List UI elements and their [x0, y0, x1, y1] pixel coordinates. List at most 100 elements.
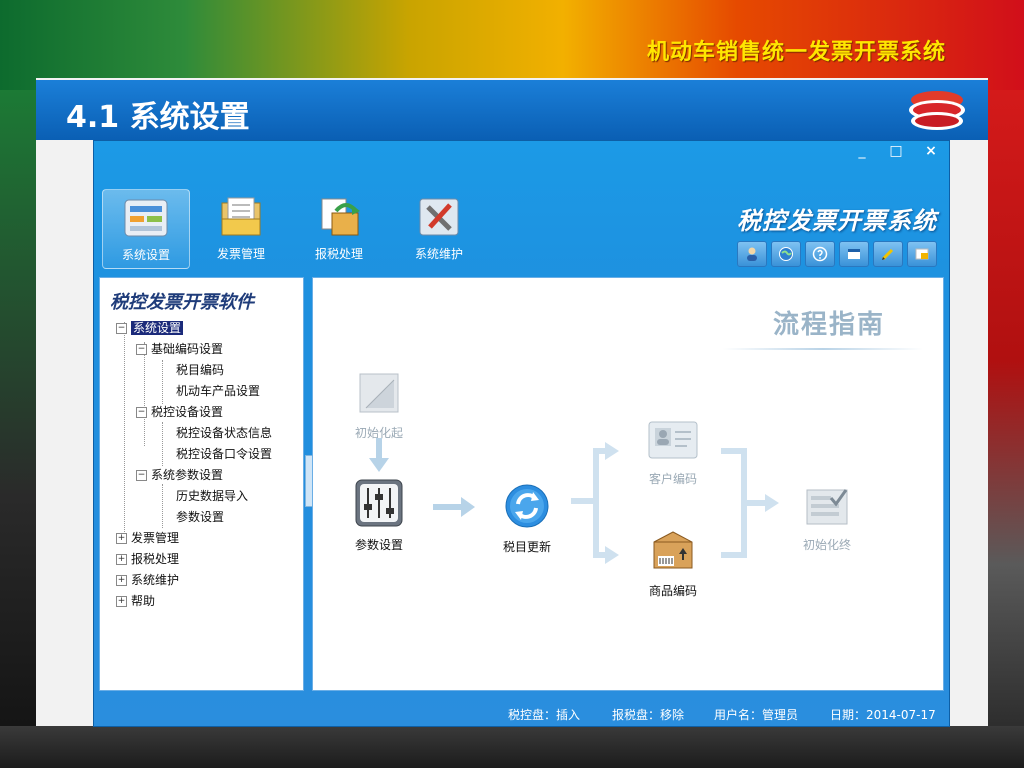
- tree-node-device-status[interactable]: 税控设备状态信息: [176, 423, 272, 443]
- toolbar-label: 发票管理: [216, 247, 265, 261]
- pencil-icon[interactable]: [873, 241, 903, 267]
- tree-node-system-params[interactable]: − 系统参数设置: [136, 465, 223, 485]
- tree-node-tax-device[interactable]: − 税控设备设置: [136, 402, 223, 422]
- quick-toolbar: [737, 241, 937, 267]
- tree-node-system-maintenance[interactable]: + 系统维护: [116, 570, 179, 590]
- lock-icon[interactable]: [907, 241, 937, 267]
- flow-step-customer-code[interactable]: 客户编码: [635, 418, 711, 487]
- flow-label: 初始化终: [802, 538, 851, 552]
- tree-node-label: 税目编码: [176, 363, 225, 377]
- tree-node-param-settings[interactable]: 参数设置: [176, 507, 224, 527]
- tree-node-label: 税控设备口令设置: [176, 447, 273, 461]
- tree-node-history-import[interactable]: 历史数据导入: [176, 486, 248, 506]
- tree-connector: [162, 484, 163, 528]
- flow-label: 商品编码: [648, 584, 697, 598]
- sliders-icon: [355, 479, 403, 527]
- expand-toggle[interactable]: +: [116, 554, 127, 565]
- status-bar: 税控盘：插入 报税盘：移除 用户名：管理员 日期：2014-07-17: [94, 701, 949, 726]
- product-box-icon: [653, 531, 693, 569]
- tree-node-label: 报税处理: [131, 552, 180, 566]
- close-button[interactable]: ×: [918, 141, 944, 161]
- collapse-toggle[interactable]: −: [136, 344, 147, 355]
- tree-node-label: 历史数据导入: [176, 489, 249, 503]
- tree-node-label: 发票管理: [131, 531, 180, 545]
- user-icon[interactable]: [737, 241, 767, 267]
- tax-report-icon: [321, 198, 360, 236]
- maximize-button[interactable]: □: [883, 141, 909, 161]
- collapse-toggle[interactable]: −: [136, 470, 147, 481]
- tree-node-label: 基础编码设置: [151, 342, 224, 356]
- tree-connector: [162, 422, 163, 466]
- flow-step-init-start[interactable]: 初始化起: [341, 370, 417, 441]
- toolbar-system-settings[interactable]: 系统设置: [102, 189, 190, 269]
- flow-guide-panel: 流程指南 初始化起 参数设置 税目更新 客户编码 商品编码 初始化终: [312, 277, 944, 691]
- navigation-tree: 税控发票开票软件 − 系统设置 − 基础编码设置 税目编码 机动车产品设置 − 税控设…: [99, 277, 304, 691]
- arrow-down-icon: [369, 438, 389, 472]
- app-window: _ □ × 系统设置 发票管理 报税处理 系统维护 税控发票开票系统 税控发票开…: [93, 140, 950, 727]
- toolbar-label: 系统设置: [121, 248, 170, 262]
- collapse-toggle[interactable]: −: [116, 323, 127, 334]
- flow-label: 税目更新: [502, 540, 551, 554]
- toolbar-label: 报税处理: [314, 247, 363, 261]
- slide-right-band: [988, 90, 1024, 768]
- tree-node-help[interactable]: + 帮助: [116, 591, 155, 611]
- slide-bottom-band: [0, 726, 1024, 768]
- tree-connector: [124, 322, 125, 542]
- flow-step-param-settings[interactable]: 参数设置: [341, 478, 417, 553]
- flow-title-underline: [723, 348, 923, 350]
- toolbar-invoice-management[interactable]: 发票管理: [198, 189, 284, 267]
- tree-node-invoice-management[interactable]: + 发票管理: [116, 528, 179, 548]
- status-report-disk: 报税盘：移除: [612, 708, 685, 722]
- flow-title: 流程指南: [773, 310, 886, 340]
- checklist-complete-icon: [806, 489, 848, 525]
- collapse-toggle[interactable]: −: [136, 407, 147, 418]
- customer-card-icon: [648, 421, 698, 459]
- folder-documents-icon: [221, 197, 261, 236]
- tree-node-label: 系统参数设置: [151, 468, 224, 482]
- section-bar: 4.1 系统设置: [36, 80, 988, 140]
- company-logo-icon: [909, 91, 965, 130]
- expand-toggle[interactable]: +: [116, 533, 127, 544]
- tree-node-label: 系统维护: [131, 573, 180, 587]
- tree-node-label: 税控设备设置: [151, 405, 224, 419]
- refresh-icon: [505, 484, 549, 528]
- flow-step-product-code[interactable]: 商品编码: [635, 528, 711, 599]
- flow-label: 客户编码: [648, 472, 697, 486]
- tree-node-label: 机动车产品设置: [176, 384, 261, 398]
- branch-bracket-icon: [571, 442, 619, 564]
- tree-node-label: 参数设置: [176, 510, 225, 524]
- tree-node-tax-reporting[interactable]: + 报税处理: [116, 549, 179, 569]
- tree-node-label: 系统设置: [129, 320, 185, 336]
- tree-node-vehicle-product[interactable]: 机动车产品设置: [176, 381, 260, 401]
- tree-node-device-password[interactable]: 税控设备口令设置: [176, 444, 272, 464]
- expand-toggle[interactable]: +: [116, 575, 127, 586]
- section-title: 4.1 系统设置: [66, 100, 250, 135]
- settings-panel-icon: [124, 199, 168, 237]
- arrow-right-icon: [433, 497, 475, 517]
- toolbar-system-maintenance[interactable]: 系统维护: [396, 189, 482, 267]
- tree-node-system-settings[interactable]: − 系统设置: [116, 318, 185, 338]
- tree-title: 税控发票开票软件: [110, 292, 254, 313]
- status-username: 用户名：管理员: [714, 708, 799, 722]
- window-icon[interactable]: [839, 241, 869, 267]
- app-title: 税控发票开票系统: [737, 206, 937, 235]
- tree-node-label: 税控设备状态信息: [176, 426, 273, 440]
- flow-step-tax-update[interactable]: 税目更新: [489, 482, 565, 555]
- setup-start-icon: [359, 373, 399, 413]
- tree-connector: [162, 360, 163, 404]
- tree-node-tax-code[interactable]: 税目编码: [176, 360, 224, 380]
- merge-bracket-icon: [721, 448, 779, 558]
- status-date: 日期：2014-07-17: [830, 708, 936, 722]
- flow-label: 参数设置: [354, 538, 403, 552]
- tree-node-basic-codes[interactable]: − 基础编码设置: [136, 339, 223, 359]
- help-icon[interactable]: [805, 241, 835, 267]
- slide-heading: 机动车销售统一发票开票系统: [646, 40, 946, 65]
- toolbar-tax-reporting[interactable]: 报税处理: [296, 189, 382, 267]
- expand-toggle[interactable]: +: [116, 596, 127, 607]
- minimize-button[interactable]: _: [849, 141, 875, 161]
- flow-step-init-end[interactable]: 初始化终: [787, 484, 867, 553]
- status-tax-disk: 税控盘：插入: [508, 708, 581, 722]
- slide-left-band: [0, 90, 36, 768]
- tools-icon: [419, 198, 459, 236]
- globe-icon[interactable]: [771, 241, 801, 267]
